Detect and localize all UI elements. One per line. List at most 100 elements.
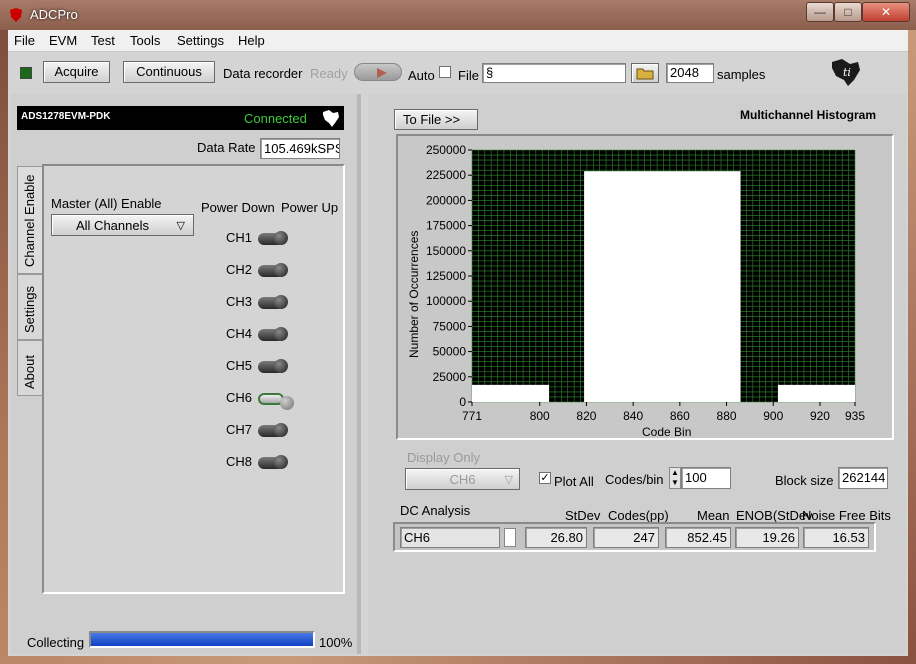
power-toggle-ch6[interactable] [256,391,296,410]
y-tick-label: 125000 [426,269,466,283]
y-tick-label: 100000 [426,294,466,308]
status-led-icon [20,67,32,79]
collecting-progress-bar [89,631,315,648]
display-only-label: Display Only [407,450,480,465]
record-toggle[interactable] [354,63,402,81]
channel-label-ch8: CH8 [226,454,253,469]
channel-label-ch2: CH2 [226,262,253,277]
record-play-icon [377,68,387,78]
power-toggle-ch7[interactable] [256,423,296,439]
codes-pp-value: 247 [593,527,659,548]
channel-label-ch4: CH4 [226,326,253,341]
plot-all-label: Plot All [554,474,594,489]
tab-about-label: About [22,355,37,389]
connection-status: Connected [244,111,307,126]
acquire-button[interactable]: Acquire [43,61,110,83]
power-toggle-ch2[interactable] [256,263,296,279]
data-rate-field: 105.469kSPS [260,138,340,159]
toggle-knob [274,231,288,245]
data-recorder-label: Data recorder [223,66,303,81]
file-path-field[interactable]: § [482,63,626,83]
y-tick-label: 225000 [426,168,466,182]
noise-free-bits-value: 16.53 [803,527,869,548]
power-toggle-ch1[interactable] [256,231,296,247]
toggle-knob [274,263,288,277]
power-toggle-ch3[interactable] [256,295,296,311]
y-tick-label: 0 [459,395,466,409]
close-button[interactable]: ✕ [862,2,910,22]
menu-tools[interactable]: Tools [130,33,160,48]
channel-label-ch1: CH1 [226,230,253,245]
chevron-down-icon: ▽ [504,474,513,486]
browse-folder-button[interactable] [631,63,659,83]
toggle-knob [274,455,288,469]
x-tick-label: 800 [530,409,550,423]
mean-value: 852.45 [665,527,731,548]
histogram-chart: Number of Occurrences Code Bin 250000225… [407,143,865,438]
menu-file[interactable]: File [14,33,35,48]
tab-settings[interactable]: Settings [17,274,43,340]
display-channel-dropdown[interactable]: CH6 ▽ [405,468,520,490]
x-tick-label: 820 [576,409,596,423]
app-client-area: File EVM Test Tools Settings Help Acquir… [8,30,908,656]
tab-channel-enable[interactable]: Channel Enable [17,166,43,274]
x-tick-label: 860 [670,409,690,423]
menu-settings[interactable]: Settings [177,33,224,48]
chevron-down-icon: ▽ [176,220,185,232]
histogram-bar-1 [472,384,550,402]
histogram-bar-2 [584,171,741,402]
tab-channel-enable-label: Channel Enable [22,174,37,267]
dc-channel-scroll[interactable] [504,528,516,547]
channel-label-ch6: CH6 [226,390,253,405]
master-enable-value: All Channels [76,218,149,233]
toggle-knob [274,423,288,437]
dc-analysis-row: CH6 26.80 247 852.45 19.26 16.53 [393,522,876,552]
file-label: File [458,68,479,83]
y-axis-label: Number of Occurrences [407,231,421,358]
device-header: ADS1278EVM-PDK Connected [17,106,344,130]
progress-fill [91,633,313,646]
toggle-knob [274,327,288,341]
svg-text:ti: ti [843,66,851,79]
dc-channel-field: CH6 [400,527,500,548]
x-tick-label: 840 [623,409,643,423]
power-toggle-ch8[interactable] [256,455,296,471]
menu-evm[interactable]: EVM [49,33,77,48]
power-toggle-ch4[interactable] [256,327,296,343]
x-tick-label: 900 [763,409,783,423]
tab-about[interactable]: About [17,340,43,396]
menu-bar: File EVM Test Tools Settings Help [8,30,908,52]
display-channel-value: CH6 [449,472,476,487]
stdev-header: StDev [565,508,601,523]
enob-header: ENOB(StDev) [736,508,812,523]
y-tick-label: 25000 [433,370,467,384]
title-bar: ADCPro — □ ✕ [0,0,916,30]
power-toggle-ch5[interactable] [256,359,296,375]
continuous-button[interactable]: Continuous [123,61,215,83]
master-enable-dropdown[interactable]: All Channels ▽ [51,214,194,236]
block-size-input[interactable]: 262144 [838,467,888,489]
codes-per-bin-stepper[interactable]: ▲ ▼ [669,467,681,489]
auto-checkbox[interactable] [439,66,451,78]
stdev-value: 26.80 [525,527,587,548]
progress-percent: 100% [319,635,353,650]
menu-help[interactable]: Help [238,33,265,48]
power-down-label: Power Down [201,200,275,215]
dc-analysis-title: DC Analysis [400,503,471,518]
plot-all-checkbox[interactable]: ✓ [539,472,551,484]
maximize-button[interactable]: □ [834,2,862,22]
master-enable-label: Master (All) Enable [51,196,162,211]
codes-per-bin-input[interactable]: 100 [681,467,731,489]
channel-label-ch5: CH5 [226,358,253,373]
histogram-bar-3 [777,384,855,402]
window-title: ADCPro [30,7,78,22]
minimize-button[interactable]: — [806,2,834,22]
samples-input[interactable]: 2048 [666,63,714,83]
y-tick-label: 175000 [426,219,466,233]
enob-value: 19.26 [735,527,799,548]
plot-title: Multichannel Histogram [740,108,877,122]
toggle-knob [274,359,288,373]
menu-test[interactable]: Test [91,33,115,48]
y-tick-label: 250000 [426,143,466,157]
to-file-button[interactable]: To File >> [394,109,478,130]
